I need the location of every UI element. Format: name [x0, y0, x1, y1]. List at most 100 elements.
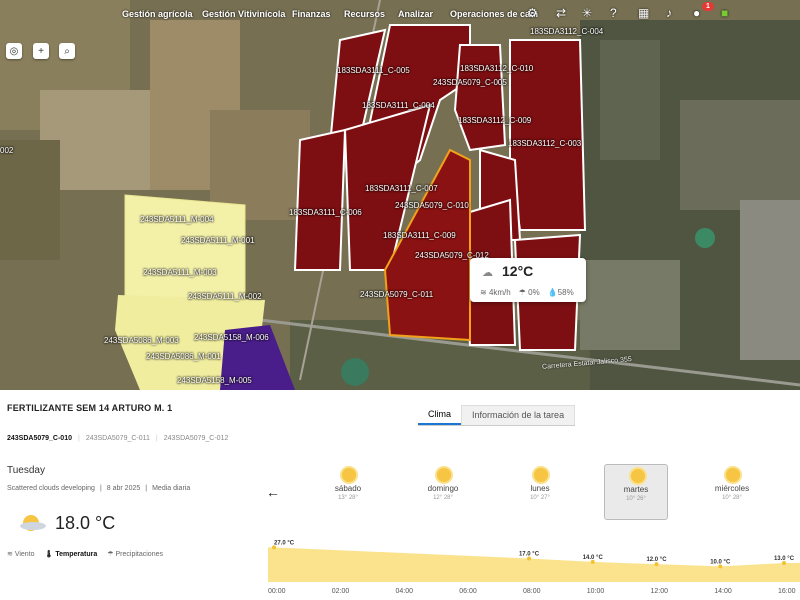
forecast-day-range: 13° 28° — [338, 495, 358, 501]
plot-label[interactable]: 243SDA5079_C-011 — [360, 290, 433, 299]
plot-label[interactable]: 183SDA3112_C-009 — [458, 116, 531, 125]
plot-label[interactable]: 183SDA3112_C-010 — [460, 64, 533, 73]
sun-icon — [534, 468, 548, 482]
plot-label[interactable]: 183SDA3111_C-004 — [362, 101, 435, 110]
hour-tick-label: 04:00 — [395, 588, 414, 595]
nav-operaciones[interactable]: Operaciones de cam — [450, 9, 538, 19]
forecast-day-range: 10° 27° — [530, 495, 550, 501]
plot-label[interactable]: 183SDA3111_C-007 — [365, 184, 438, 193]
satellite-map[interactable]: Gestión agrícola Gestión Vitivinícola Fi… — [0, 0, 800, 390]
plot-label[interactable]: 183SDA3111_C-009 — [383, 231, 456, 240]
sun-icon — [342, 468, 356, 482]
metric-temperature[interactable]: 🌡 Temperatura — [45, 550, 98, 558]
sun-icon — [726, 468, 740, 482]
condition-text: Scattered clouds developing — [7, 485, 95, 492]
user-avatar-icon[interactable]: ■ — [721, 6, 728, 20]
current-temperature: 18.0 °C — [55, 513, 116, 533]
nav-finanzas[interactable]: Finanzas — [292, 9, 331, 19]
calendar-icon[interactable]: ▦ — [638, 6, 649, 20]
plot-chip[interactable]: 243SDA5079_C-012 — [164, 435, 229, 442]
metric-precip[interactable]: ☂ Precipitaciones — [107, 550, 163, 558]
divider: | — [155, 435, 158, 442]
map-imagery — [0, 0, 800, 390]
popup-wind: ≋ 4km/h — [480, 288, 511, 297]
bell-icon[interactable]: ♪ — [666, 6, 672, 20]
plot-chip-selected[interactable]: 243SDA5079_C-010 — [7, 435, 72, 442]
forecast-day-domingo[interactable]: domingo 12° 28° — [411, 464, 475, 520]
swap-icon[interactable]: ⇄ — [556, 6, 566, 20]
tab-informacion[interactable]: Información de la tarea — [461, 405, 576, 425]
metric-wind[interactable]: ≋ Viento — [7, 550, 35, 558]
nav-recursos[interactable]: Recursos — [344, 9, 385, 19]
temperature-data-label: 12.0 °C — [646, 557, 667, 563]
temperature-data-label: 10.0 °C — [710, 559, 731, 565]
notification-badge: 1 — [702, 2, 714, 11]
metric-selector: ≋ Viento 🌡 Temperatura ☂ Precipitaciones — [7, 550, 163, 558]
forecast-day-lunes[interactable]: lunes 10° 27° — [508, 464, 572, 520]
plot-label[interactable]: 243SDA5111_M-004 — [140, 215, 214, 224]
temperature-data-label: 27.0 °C — [274, 540, 295, 546]
plot-label[interactable]: 243SDA5158_M-006 — [194, 333, 269, 342]
task-title: FERTILIZANTE SEM 14 ARTURO M. 1 — [7, 403, 173, 413]
sun-icon — [437, 468, 451, 482]
help-icon[interactable]: ? — [610, 6, 617, 20]
forecast-day-name: domingo — [427, 484, 459, 493]
plot-label[interactable]: 183SDA3111_C-005 — [337, 66, 410, 75]
hour-tick-label: 10:00 — [586, 588, 605, 595]
day-title: Tuesday — [7, 465, 45, 476]
nav-gestion-vitivinicola[interactable]: Gestión Vitivinícola — [202, 9, 285, 19]
temperature-data-label: 14.0 °C — [583, 555, 604, 561]
plot-label[interactable]: 243SDA5086_M-001 — [146, 352, 221, 361]
plot-label[interactable]: 183SDA3112_C-003 — [508, 139, 581, 148]
forecast-day-sabado[interactable]: sábado 13° 28° — [316, 464, 380, 520]
plot-label[interactable]: 243SDA5158_M-005 — [177, 376, 252, 385]
temperature-data-label: 17.0 °C — [519, 552, 540, 558]
metric-precip-label: Precipitaciones — [115, 551, 163, 558]
plot-label[interactable]: 243SDA5111_M-002 — [188, 292, 262, 301]
temperature-chart: 27.0 °C 17.0 °C 14.0 °C 12.0 °C 10.0 °C 13.0 … — [268, 540, 800, 582]
metric-temperature-label: Temperatura — [55, 551, 98, 558]
popup-humidity: 💧58% — [547, 288, 574, 297]
forecast-day-martes[interactable]: martes 10° 26° — [604, 464, 668, 520]
divider: | — [145, 485, 148, 492]
cloud-icon: ☁ — [482, 267, 493, 279]
forecast-day-miercoles[interactable]: miércoles 10° 28° — [700, 464, 764, 520]
plot-label[interactable]: 243SDA5079_C-005 — [433, 78, 507, 87]
forecast-day-name: lunes — [530, 484, 550, 493]
popup-precip-value: 0% — [528, 288, 540, 297]
forecast-day-range: 10° 28° — [722, 495, 742, 501]
network-icon[interactable]: ✳ — [582, 6, 592, 20]
hour-tick-label: 08:00 — [523, 588, 541, 595]
plot-label[interactable]: 243SDA5086_M-003 — [104, 336, 179, 345]
tab-clima[interactable]: Clima — [418, 405, 462, 425]
hour-tick-label: 06:00 — [459, 588, 477, 595]
popup-precip: ☂ 0% — [518, 288, 540, 297]
plot-label[interactable]: 243SDA5111_M-001 — [181, 236, 255, 245]
temperature-data-label: 13.0 °C — [774, 556, 795, 562]
popup-temperature: 12°C — [502, 263, 534, 279]
metric-wind-label: Viento — [14, 551, 35, 558]
chat-icon[interactable]: ● — [693, 6, 700, 20]
nav-analizar[interactable]: Analizar — [398, 9, 433, 19]
sun-icon — [631, 469, 645, 483]
plot-label[interactable]: 243SDA5111_M-003 — [143, 268, 217, 277]
forecast-day-name: miércoles — [714, 484, 750, 493]
layers-icon[interactable]: ◎ — [6, 43, 22, 59]
plot-label[interactable]: 002 — [0, 146, 13, 155]
plot-label[interactable]: 243SDA5079_C-010 — [395, 201, 469, 210]
search-icon[interactable]: ⌕ — [59, 43, 75, 59]
gear-icon[interactable]: ⚙ — [527, 6, 538, 20]
top-navigation-bar: Gestión agrícola Gestión Vitivinícola Fi… — [0, 0, 800, 28]
zoom-in-icon[interactable]: + — [33, 43, 49, 59]
plot-label[interactable]: 183SDA3111_C-006 — [289, 208, 362, 217]
hour-tick-label: 14:00 — [714, 588, 732, 595]
nav-gestion-agricola[interactable]: Gestión agrícola — [122, 9, 193, 19]
divider: | — [78, 435, 80, 442]
weather-popup[interactable]: ☁ 12°C ≋ 4km/h ☂ 0% 💧58% — [470, 258, 586, 302]
plot-chip[interactable]: 243SDA5079_C-011 — [86, 435, 150, 442]
hour-tick-label: 00:00 — [268, 588, 286, 595]
forecast-day-name: martes — [623, 485, 649, 494]
hour-tick-label: 02:00 — [331, 588, 350, 595]
back-arrow-icon[interactable]: ← — [266, 484, 280, 500]
plot-label[interactable]: 183SDA3112_C-004 — [530, 27, 603, 36]
